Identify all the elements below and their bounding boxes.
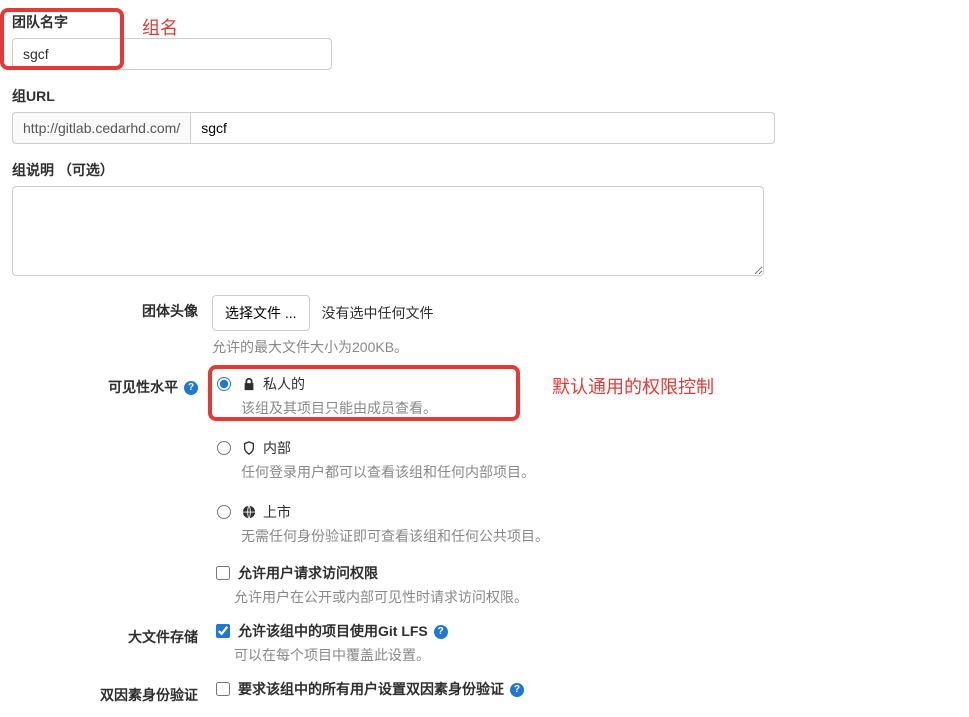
- help-icon[interactable]: ?: [434, 625, 448, 639]
- visibility-desc-internal: 任何登录用户都可以查看该组和任何内部项目。: [241, 462, 957, 482]
- visibility-desc-private: 该组及其项目只能由成员查看。: [241, 398, 957, 418]
- visibility-title-internal: 内部: [263, 438, 291, 458]
- lock-icon: [241, 376, 257, 392]
- lfs-checkbox[interactable]: [216, 624, 230, 638]
- help-icon[interactable]: ?: [510, 683, 524, 697]
- visibility-radio-internal[interactable]: [217, 441, 231, 455]
- group-url-prefix: http://gitlab.cedarhd.com/: [12, 112, 191, 144]
- group-url-label: 组URL: [12, 86, 957, 106]
- two-factor-checkbox-row[interactable]: 要求该组中的所有用户设置双因素身份验证 ?: [212, 679, 957, 699]
- avatar-hint: 允许的最大文件大小为200KB。: [212, 337, 957, 357]
- two-factor-label: 双因素身份验证: [12, 679, 212, 705]
- access-request-label: 允许用户请求访问权限: [238, 563, 378, 583]
- help-icon[interactable]: ?: [184, 381, 198, 395]
- lfs-label: 大文件存储: [12, 621, 212, 647]
- access-request-desc: 允许用户在公开或内部可见性时请求访问权限。: [234, 587, 957, 607]
- lfs-desc: 可以在每个项目中覆盖此设置。: [234, 645, 957, 665]
- visibility-option-public[interactable]: 上市 无需任何身份验证即可查看该组和任何公共项目。: [212, 499, 957, 549]
- team-name-input[interactable]: [12, 38, 332, 70]
- visibility-label: 可见性水平 ?: [12, 371, 212, 397]
- group-desc-textarea[interactable]: [12, 186, 764, 276]
- access-request-checkbox-row[interactable]: 允许用户请求访问权限: [212, 563, 957, 583]
- globe-icon: [241, 504, 257, 520]
- file-status: 没有选中任何文件: [321, 305, 433, 321]
- group-desc-label: 组说明 （可选）: [12, 160, 957, 180]
- visibility-desc-public: 无需任何身份验证即可查看该组和任何公共项目。: [241, 526, 957, 546]
- two-factor-checkbox-label: 要求该组中的所有用户设置双因素身份验证 ?: [238, 679, 524, 699]
- shield-icon: [241, 440, 257, 456]
- visibility-title-private: 私人的: [263, 374, 305, 394]
- visibility-title-public: 上市: [263, 502, 291, 522]
- avatar-label: 团体头像: [12, 295, 212, 321]
- group-url-input[interactable]: [191, 112, 775, 144]
- visibility-annotation: 默认通用的权限控制: [552, 373, 714, 399]
- team-name-annotation: 组名: [142, 14, 178, 40]
- choose-file-button[interactable]: 选择文件 ...: [212, 295, 310, 331]
- lfs-checkbox-row[interactable]: 允许该组中的项目使用Git LFS ?: [212, 621, 957, 641]
- two-factor-checkbox[interactable]: [216, 682, 230, 696]
- access-request-checkbox[interactable]: [216, 566, 230, 580]
- visibility-radio-public[interactable]: [217, 505, 231, 519]
- visibility-radio-private[interactable]: [217, 377, 231, 391]
- lfs-checkbox-label: 允许该组中的项目使用Git LFS ?: [238, 621, 448, 641]
- visibility-option-internal[interactable]: 内部 任何登录用户都可以查看该组和任何内部项目。: [212, 435, 957, 485]
